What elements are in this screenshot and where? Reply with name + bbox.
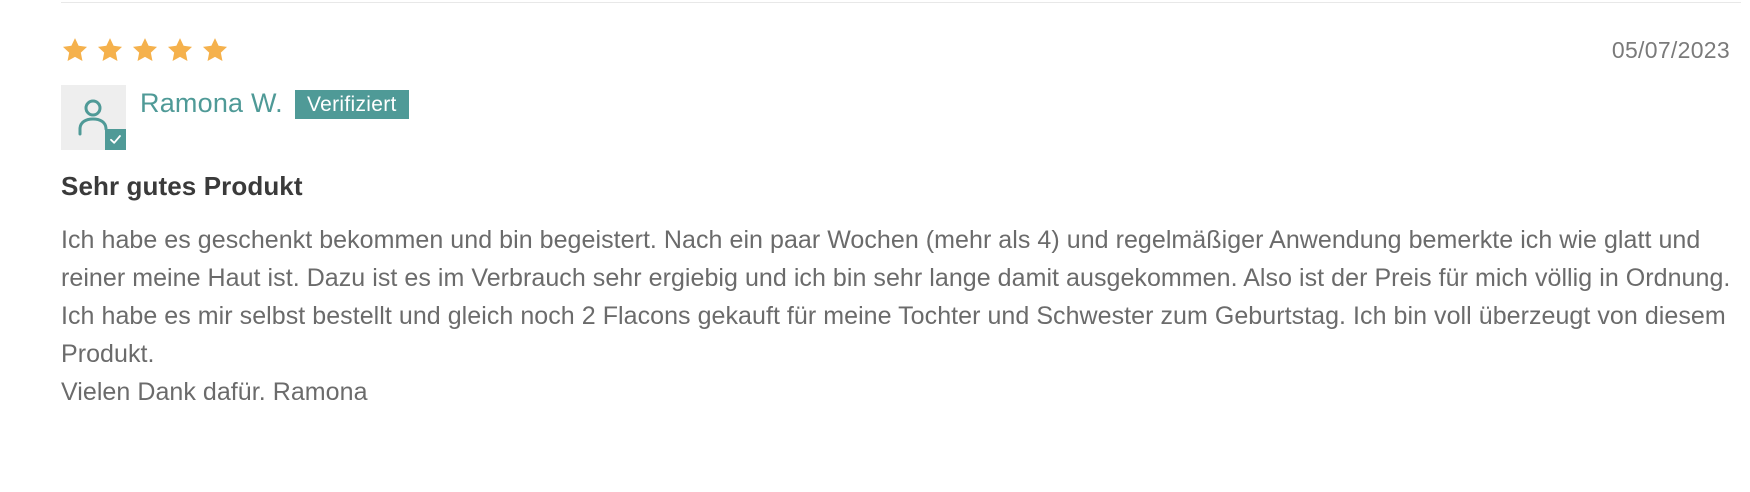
review-paragraph: Ich habe es geschenkt bekommen und bin b… [61,226,1731,292]
divider [61,2,1741,3]
review-date: 05/07/2023 [1611,37,1730,63]
star-icon [62,38,88,61]
verified-badge: Verifiziert [295,90,409,119]
star-rating [61,36,229,64]
review-body: Ich habe es geschenkt bekommen und bin b… [61,221,1741,411]
star-icon [97,38,123,61]
review-card: 05/07/2023 Ramona W. Verifiziert Sehr gu… [0,0,1750,492]
checkmark-icon [110,135,121,144]
star-icon [132,38,158,61]
star-icon [202,38,228,61]
author-name: Ramona W. [140,88,283,118]
review-paragraph: Vielen Dank dafür. Ramona [61,378,368,406]
star-icon [167,38,193,61]
review-title: Sehr gutes Produkt [61,171,303,201]
review-paragraph: Ich habe es mir selbst bestellt und glei… [61,302,1726,368]
verified-check [105,129,126,150]
avatar [61,85,126,150]
